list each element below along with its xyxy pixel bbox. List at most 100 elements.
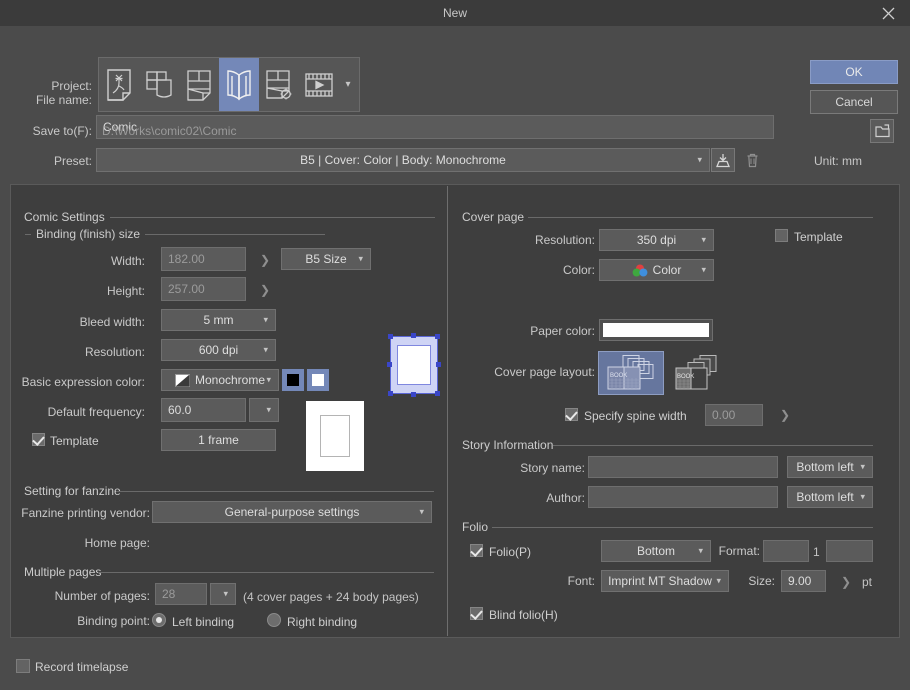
group-divider-line (528, 217, 873, 218)
folder-open-icon[interactable] (870, 119, 894, 143)
trash-icon[interactable] (740, 148, 764, 172)
paper-color-swatch[interactable] (599, 319, 713, 341)
cover-layout-separate-option[interactable]: BOOK (668, 351, 734, 395)
expression-color-label: Basic expression color: (21, 375, 145, 389)
multiple-pages-title: Multiple pages (20, 566, 106, 578)
chevron-down-icon: ▾ (697, 154, 702, 165)
swatch-black-button[interactable] (282, 369, 304, 391)
selected-page-preview (387, 333, 441, 397)
ok-button[interactable]: OK (810, 60, 898, 84)
author-position-value: Bottom left (796, 490, 854, 504)
illustration-icon[interactable] (99, 58, 139, 111)
folio-label: Folio(P) (489, 545, 532, 559)
expression-color-combo[interactable]: Monochrome ▾ (161, 369, 279, 391)
author-position-combo[interactable]: Bottom left ▾ (787, 486, 873, 508)
close-icon[interactable] (866, 0, 910, 26)
cover-color-label: Color: (562, 263, 595, 277)
cover-color-combo[interactable]: Color ▾ (599, 259, 714, 281)
story-name-input[interactable] (588, 456, 778, 478)
fanzine-vendor-label: Fanzine printing vendor: (21, 506, 150, 520)
default-frequency-input[interactable]: 60.0 (161, 398, 246, 422)
height-input[interactable]: 257.00 (161, 277, 246, 301)
group-divider-line (110, 217, 435, 218)
binding-point-label: Binding point: (77, 614, 150, 628)
default-frequency-label: Default frequency: (47, 405, 145, 419)
chevron-down-icon: ▾ (223, 588, 228, 599)
size-preset-value: B5 Size (305, 252, 347, 266)
template-label: Template (50, 434, 99, 448)
blind-folio-checkbox[interactable] (470, 607, 483, 620)
cover-resolution-combo[interactable]: 350 dpi ▾ (599, 229, 714, 251)
chevron-down-icon[interactable]: ▾ (339, 58, 357, 111)
webtoon-icon[interactable] (139, 58, 179, 111)
separate-cover-icon: BOOK (672, 354, 730, 392)
resolution-combo[interactable]: 600 dpi ▾ (161, 339, 276, 361)
bleed-width-value: 5 mm (203, 313, 234, 327)
folio-size-stepper[interactable]: ❯ (841, 575, 851, 589)
spine-width-input[interactable]: 0.00 (705, 404, 763, 426)
group-divider-line (25, 234, 31, 235)
width-stepper[interactable]: ❯ (260, 253, 270, 267)
spread-cover-icon: BOOK (602, 354, 660, 392)
cover-layout-spread-option[interactable]: BOOK (598, 351, 664, 395)
width-input[interactable]: 182.00 (161, 247, 246, 271)
chevron-down-icon: ▾ (266, 374, 271, 385)
folio-title: Folio (458, 521, 493, 533)
dialog-body: Project: ▾ OK Cancel File name: Comic Sa… (0, 26, 910, 690)
left-binding-label: Left binding (172, 615, 235, 629)
all-comic-settings-icon[interactable] (259, 58, 299, 111)
cover-layout-label: Cover page layout: (494, 365, 595, 379)
unit-label: Unit: mm (814, 154, 862, 168)
folio-position-combo[interactable]: Bottom ▾ (601, 540, 711, 562)
right-binding-radio[interactable] (267, 613, 281, 627)
bleed-width-combo[interactable]: 5 mm ▾ (161, 309, 276, 331)
animation-icon[interactable] (299, 58, 339, 111)
page-count-note: (4 cover pages + 24 body pages) (243, 590, 419, 604)
height-label: Height: (106, 284, 145, 298)
save-preset-icon[interactable] (711, 148, 735, 172)
home-page-label: Home page: (84, 536, 150, 550)
left-binding-radio[interactable] (152, 613, 166, 627)
default-frequency-dropdown[interactable]: ▾ (249, 398, 279, 422)
size-preset-combo[interactable]: B5 Size ▾ (281, 248, 371, 270)
monochrome-gradient-icon (174, 373, 190, 387)
specify-spine-width-checkbox[interactable] (565, 408, 578, 421)
fanzine-settings-title: Setting for fanzine (20, 485, 125, 497)
save-to-path[interactable]: D:\Works\comic02\Comic (96, 119, 856, 143)
author-input[interactable] (588, 486, 778, 508)
height-stepper[interactable]: ❯ (260, 283, 270, 297)
number-of-pages-dropdown[interactable]: ▾ (210, 583, 236, 605)
chevron-down-icon: ▾ (263, 314, 268, 325)
chevron-down-icon: ▾ (701, 234, 706, 245)
group-divider-line (145, 234, 325, 235)
fanzine-vendor-combo[interactable]: General-purpose settings ▾ (152, 501, 432, 523)
cover-template-label: Template (794, 230, 843, 244)
cancel-button[interactable]: Cancel (810, 90, 898, 114)
folio-position-value: Bottom (636, 544, 675, 558)
group-divider-line (116, 491, 434, 492)
template-frame-button[interactable]: 1 frame (161, 429, 276, 451)
folio-size-label: Size: (748, 574, 775, 588)
folio-format-prefix-input[interactable] (763, 540, 809, 562)
swatch-white-button[interactable] (307, 369, 329, 391)
file-name-label: File name: (35, 93, 92, 107)
number-of-pages-input[interactable]: 28 (155, 583, 207, 605)
story-name-position-combo[interactable]: Bottom left ▾ (787, 456, 873, 478)
comic-page-icon[interactable] (179, 58, 219, 111)
folio-format-suffix-input[interactable] (826, 540, 873, 562)
preset-combo[interactable]: B5 | Cover: Color | Body: Monochrome ▾ (96, 148, 710, 172)
fanzine-vendor-value: General-purpose settings (224, 505, 360, 519)
bleed-width-label: Bleed width: (79, 315, 145, 329)
folio-size-input[interactable]: 9.00 (781, 570, 826, 592)
folio-checkbox[interactable] (470, 544, 483, 557)
title-bar: New (0, 0, 910, 26)
project-type-toolbar: ▾ (98, 57, 360, 112)
story-name-position-value: Bottom left (796, 460, 854, 474)
spine-width-stepper[interactable]: ❯ (780, 408, 790, 422)
cover-template-checkbox[interactable] (775, 229, 788, 242)
template-checkbox[interactable] (32, 433, 45, 446)
record-timelapse-checkbox[interactable] (16, 659, 30, 673)
comic-book-icon[interactable] (219, 58, 259, 111)
window-title: New (442, 6, 467, 20)
resolution-value: 600 dpi (198, 343, 239, 357)
